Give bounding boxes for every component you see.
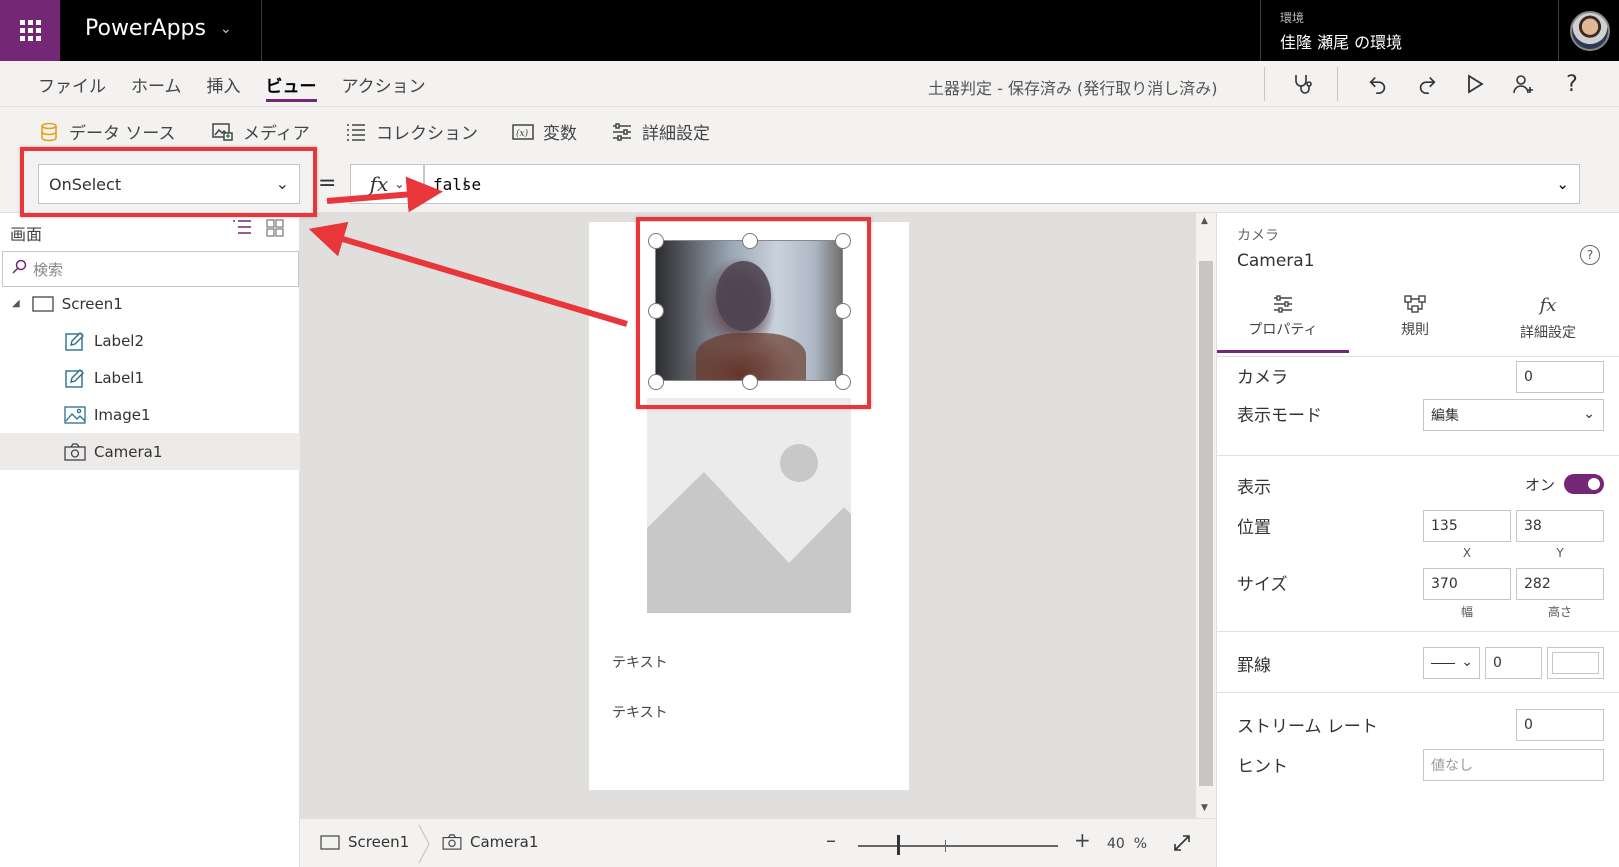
- tab-rules[interactable]: 規則: [1349, 295, 1481, 353]
- zoom-slider-tick: [945, 840, 946, 852]
- fit-to-window-icon[interactable]: [1172, 833, 1192, 857]
- breadcrumb-control[interactable]: Camera1: [442, 833, 538, 851]
- line-style-icon: [1431, 662, 1455, 664]
- breadcrumb-screen[interactable]: Screen1: [320, 833, 409, 851]
- divider: [1217, 631, 1619, 632]
- height-input[interactable]: 282: [1516, 568, 1604, 600]
- zoom-slider-thumb[interactable]: [897, 835, 900, 855]
- zoom-slider[interactable]: [858, 845, 1058, 847]
- visible-toggle[interactable]: [1564, 474, 1604, 494]
- stream-rate-label: ストリーム レート: [1237, 717, 1378, 737]
- annotation-arrow: [326, 176, 443, 213]
- tab-properties[interactable]: プロパティ: [1217, 295, 1349, 353]
- position-y-caption: Y: [1556, 546, 1564, 560]
- color-swatch: [1552, 652, 1599, 674]
- width-caption: 幅: [1460, 605, 1473, 619]
- visible-state-text: オン: [1525, 476, 1556, 494]
- zoom-out-button[interactable]: –: [826, 828, 836, 852]
- position-label: 位置: [1237, 518, 1271, 538]
- breadcrumb-label: Screen1: [348, 833, 410, 851]
- height-caption: 高さ: [1547, 605, 1572, 619]
- divider: [1217, 356, 1619, 357]
- help-icon[interactable]: ?: [1580, 245, 1600, 265]
- camera-prop-input[interactable]: 0: [1516, 361, 1604, 393]
- breadcrumb-separator-icon: [418, 825, 430, 863]
- border-style-dropdown[interactable]: ⌄: [1423, 647, 1480, 679]
- position-x-input[interactable]: 135: [1423, 510, 1511, 542]
- tab-label: プロパティ: [1248, 322, 1318, 338]
- width-input[interactable]: 370: [1423, 568, 1511, 600]
- sliders-icon: [1274, 295, 1292, 313]
- divider: [1217, 692, 1619, 693]
- annotation-arrow: [308, 221, 628, 327]
- tab-advanced[interactable]: fx 詳細設定: [1482, 295, 1614, 353]
- camera-prop-label: カメラ: [1237, 368, 1288, 388]
- chevron-down-icon: ⌄: [1461, 654, 1473, 670]
- hint-label: ヒント: [1237, 757, 1288, 777]
- screen-icon: [320, 834, 340, 850]
- zoom-value: 40 %: [1107, 836, 1148, 852]
- properties-panel: カメラ Camera1 ? プロパティ 規則 fx 詳細設定 カメラ 0 表示モ…: [1216, 213, 1619, 867]
- display-mode-dropdown[interactable]: 編集 ⌄: [1423, 399, 1604, 431]
- position-y-input[interactable]: 38: [1516, 510, 1604, 542]
- fx-icon: fx: [1539, 295, 1557, 316]
- display-mode-label: 表示モード: [1237, 406, 1322, 426]
- size-label: サイズ: [1237, 575, 1288, 595]
- tab-label: 規則: [1401, 322, 1429, 338]
- stream-rate-input[interactable]: 0: [1516, 709, 1604, 741]
- border-color-picker[interactable]: [1547, 647, 1604, 679]
- breadcrumb-label: Camera1: [470, 833, 539, 851]
- border-thickness-input[interactable]: 0: [1485, 647, 1542, 679]
- divider: [1217, 455, 1619, 456]
- rules-icon: [1404, 295, 1426, 313]
- display-mode-value: 編集: [1431, 408, 1459, 424]
- control-type: カメラ: [1237, 228, 1279, 244]
- border-label: 罫線: [1237, 656, 1271, 676]
- chevron-down-icon: ⌄: [1583, 406, 1595, 422]
- position-x-caption: X: [1462, 546, 1472, 560]
- visible-label: 表示: [1237, 478, 1271, 498]
- camera-icon: [442, 834, 462, 850]
- zoom-in-button[interactable]: +: [1074, 828, 1091, 852]
- tab-label: 詳細設定: [1520, 325, 1576, 341]
- control-name[interactable]: Camera1: [1237, 251, 1315, 271]
- hint-input[interactable]: 値なし: [1423, 749, 1604, 781]
